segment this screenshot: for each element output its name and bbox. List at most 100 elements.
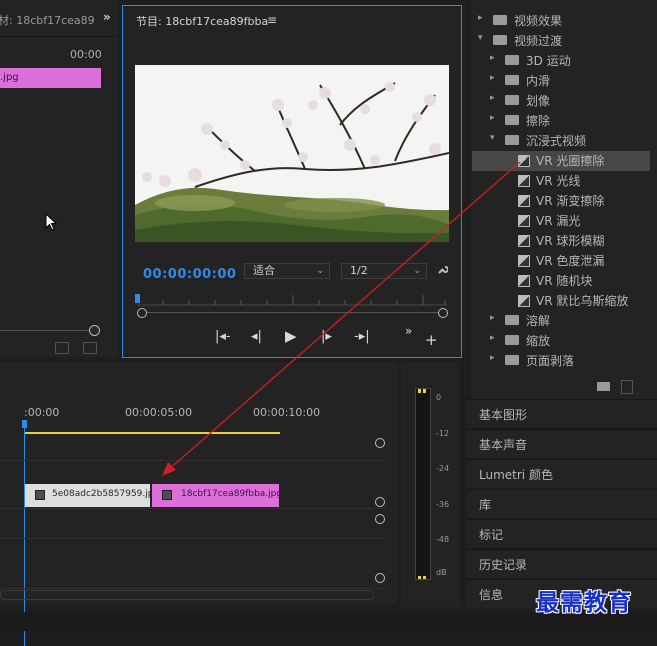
program-time-ruler[interactable] xyxy=(137,292,447,306)
timeline-scrollbar[interactable] xyxy=(0,590,374,600)
folder-icon xyxy=(505,95,519,105)
effect-folder[interactable]: ▸ 擦除 xyxy=(472,111,650,131)
folder-label: 3D 运动 xyxy=(526,54,571,68)
effect-item[interactable]: VR 球形模糊 xyxy=(472,231,650,251)
effect-folder[interactable]: ▸ 3D 运动 xyxy=(472,51,650,71)
more-controls-icon[interactable]: » xyxy=(405,324,412,338)
chevron-right-icon[interactable]: ▸ xyxy=(490,113,495,123)
timeline-time-label: 00:00:10:00 xyxy=(253,406,321,419)
chevron-right-icon[interactable]: ▸ xyxy=(490,93,495,103)
panel-label: 信息 xyxy=(479,588,504,602)
panel-lumetri-color[interactable]: Lumetri 颜色 xyxy=(467,459,657,488)
transition-effect-icon xyxy=(518,215,530,227)
folder-icon xyxy=(505,75,519,85)
chevron-right-icon[interactable]: ▸ xyxy=(478,13,483,23)
program-zoom-scrollbar[interactable] xyxy=(143,312,443,313)
effect-item[interactable]: VR 默比乌斯缩放 xyxy=(472,291,650,311)
effect-label: VR 随机块 xyxy=(536,274,593,288)
step-back-icon[interactable]: ◂| xyxy=(251,329,262,344)
work-area-bar[interactable] xyxy=(24,432,280,434)
delete-trash-icon[interactable] xyxy=(621,380,633,394)
effect-folder[interactable]: ▸ 划像 xyxy=(472,91,650,111)
effect-label: VR 光线 xyxy=(536,174,581,188)
source-scrollbar[interactable] xyxy=(0,330,96,331)
timeline-vscroll-bottom[interactable] xyxy=(375,497,385,507)
transition-effect-icon xyxy=(518,195,530,207)
panel-essential-graphics[interactable]: 基本图形 xyxy=(467,399,657,428)
effect-folder[interactable]: ▸ 页面剥落 xyxy=(472,351,650,371)
folder-label: 视频效果 xyxy=(514,14,563,28)
chevron-down-icon: ⌄ xyxy=(316,266,324,276)
effect-label: VR 渐变擦除 xyxy=(536,194,605,208)
source-monitor-title[interactable]: 材: 18cbf17cea89 xyxy=(0,12,95,28)
effect-folder[interactable]: ▸ 视频效果 xyxy=(472,11,650,31)
audio-meter-bar xyxy=(415,388,431,580)
resolution-value: 1/2 xyxy=(350,264,368,277)
more-tabs-icon[interactable]: » xyxy=(103,10,111,24)
effect-item[interactable]: VR 色度泄漏 xyxy=(472,251,650,271)
go-to-in-point-icon[interactable]: |◂- xyxy=(215,329,231,344)
new-bin-icon[interactable] xyxy=(597,382,610,391)
panel-markers[interactable]: 标记 xyxy=(467,519,657,548)
db-label: -36 xyxy=(436,500,450,509)
effect-label: VR 默比乌斯缩放 xyxy=(536,294,629,308)
transition-effect-icon xyxy=(518,275,530,287)
chevron-right-icon[interactable]: ▸ xyxy=(490,73,495,83)
timeline-clip[interactable]: 18cbf17cea89fbba.jpg xyxy=(152,484,282,507)
resolution-dropdown[interactable]: 1/2 ⌄ xyxy=(341,263,427,279)
effect-item[interactable]: VR 光圈擦除 xyxy=(472,151,650,171)
panel-label: 历史记录 xyxy=(479,558,528,572)
effect-label: VR 球形模糊 xyxy=(536,234,605,248)
timeline-audio-scroll-top[interactable] xyxy=(375,514,385,524)
chevron-down-icon[interactable]: ▾ xyxy=(490,133,495,143)
program-video-preview xyxy=(135,65,449,242)
chevron-right-icon[interactable]: ▸ xyxy=(490,313,495,323)
track-divider xyxy=(0,588,385,589)
panel-libraries[interactable]: 库 xyxy=(467,489,657,518)
cherry-blossom-frame xyxy=(135,65,449,242)
effect-item[interactable]: VR 光线 xyxy=(472,171,650,191)
db-label: -24 xyxy=(436,464,450,473)
panel-essential-sound[interactable]: 基本声音 xyxy=(467,429,657,458)
folder-icon xyxy=(505,115,519,125)
timeline-vscroll-top[interactable] xyxy=(375,438,385,448)
source-clip[interactable]: .jpg xyxy=(0,68,101,88)
step-forward-icon[interactable]: |▸ xyxy=(321,329,332,344)
timeline-clip[interactable]: 5e08adc2b5857959.jp xyxy=(25,484,154,507)
program-scroll-left-handle[interactable] xyxy=(137,308,147,318)
settings-wrench-icon[interactable] xyxy=(437,264,449,278)
chevron-down-icon[interactable]: ▾ xyxy=(478,33,483,43)
program-monitor-title[interactable]: 节目: 18cbf17cea89fbba xyxy=(136,13,268,29)
effect-item[interactable]: VR 随机块 xyxy=(472,271,650,291)
effect-folder[interactable]: ▸ 内滑 xyxy=(472,71,650,91)
program-timecode[interactable]: 00:00:00:00 xyxy=(143,267,236,282)
folder-label: 溶解 xyxy=(526,314,551,328)
timeline-audio-scroll-bottom[interactable] xyxy=(375,573,385,583)
transition-effect-icon xyxy=(518,155,530,167)
effect-folder[interactable]: ▾ 沉浸式视频 xyxy=(472,131,650,151)
effect-folder[interactable]: ▾ 视频过渡 xyxy=(472,31,650,51)
play-icon[interactable]: ▶ xyxy=(285,327,297,345)
effect-folder[interactable]: ▸ 缩放 xyxy=(472,331,650,351)
track-divider xyxy=(0,508,385,509)
program-scroll-right-handle[interactable] xyxy=(438,308,448,318)
button-editor-plus-icon[interactable]: + xyxy=(425,331,438,349)
effect-item[interactable]: VR 漏光 xyxy=(472,211,650,231)
source-scroll-handle[interactable] xyxy=(89,325,100,336)
chevron-right-icon[interactable]: ▸ xyxy=(490,53,495,63)
chevron-right-icon[interactable]: ▸ xyxy=(490,353,495,363)
chevron-right-icon[interactable]: ▸ xyxy=(490,333,495,343)
fit-dropdown[interactable]: 适合 ⌄ xyxy=(244,263,330,279)
effect-item[interactable]: VR 渐变擦除 xyxy=(472,191,650,211)
export-frame-icon[interactable] xyxy=(55,342,69,354)
effect-folder[interactable]: ▸ 溶解 xyxy=(472,311,650,331)
transition-effect-icon xyxy=(518,175,530,187)
panel-history[interactable]: 历史记录 xyxy=(467,549,657,578)
overwrite-icon[interactable] xyxy=(83,342,97,354)
panel-menu-icon[interactable]: ≡ xyxy=(267,13,277,27)
program-playhead[interactable] xyxy=(135,294,140,303)
folder-icon xyxy=(505,335,519,345)
folder-icon xyxy=(493,15,507,25)
go-to-out-point-icon[interactable]: -▸| xyxy=(354,329,370,344)
folder-icon xyxy=(505,55,519,65)
